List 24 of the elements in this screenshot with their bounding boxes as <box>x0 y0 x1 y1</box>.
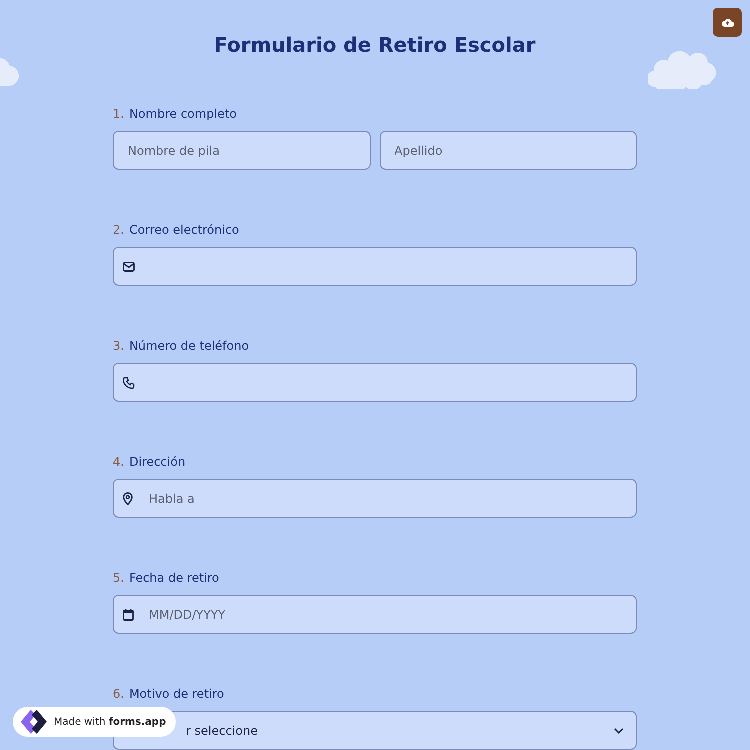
question-number: 2. <box>113 222 124 239</box>
question-number: 3. <box>113 338 124 355</box>
question-label: Motivo de retiro <box>129 686 224 703</box>
input-field[interactable]: Habla a <box>113 479 637 518</box>
input-field[interactable]: Nombre de pila <box>113 131 370 170</box>
input-field[interactable] <box>113 247 637 286</box>
question-number: 1. <box>113 106 124 123</box>
form-title: Formulario de Retiro Escolar <box>213 32 537 59</box>
made-with-badge[interactable]: Made with forms.app <box>13 707 176 737</box>
logo-icon <box>19 709 49 735</box>
question-number: 5. <box>113 570 124 587</box>
cloud-upload-icon <box>722 18 734 27</box>
chevron-down-icon <box>614 728 624 734</box>
question-label: Número de teléfono <box>129 338 250 355</box>
question-number: 4. <box>113 454 124 471</box>
question-number: 6. <box>113 686 124 703</box>
input-field[interactable] <box>113 363 637 402</box>
upload-button[interactable] <box>713 8 742 37</box>
input-field[interactable]: Apellido <box>380 131 637 170</box>
question-label: Nombre completo <box>129 106 237 123</box>
input-field[interactable]: MM/DD/YYYY <box>113 595 637 634</box>
question-label: Correo electrónico <box>129 222 240 239</box>
question-label: Fecha de retiro <box>129 570 220 587</box>
question-label: Dirección <box>129 454 186 471</box>
